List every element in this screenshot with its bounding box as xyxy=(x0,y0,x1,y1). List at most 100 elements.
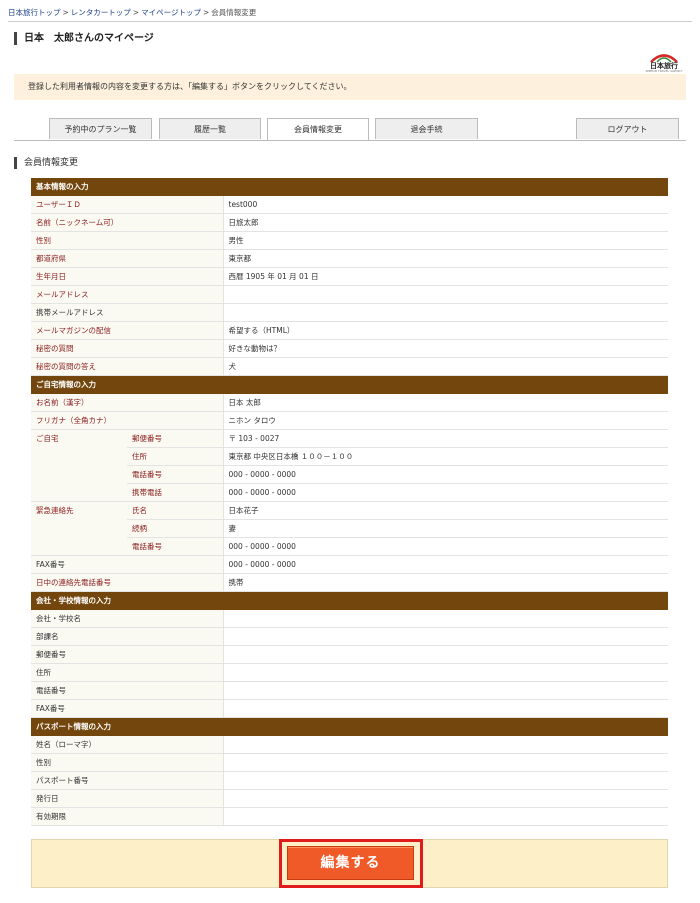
table-row: 住所 xyxy=(31,663,668,682)
breadcrumb-link-mypage[interactable]: マイページトップ xyxy=(141,8,201,17)
field-value xyxy=(222,681,668,700)
table-row: 電話番号 000 - 0000 - 0000 xyxy=(31,537,668,556)
table-row: 会社・学校名 xyxy=(31,609,668,628)
section-title: 会員情報変更 xyxy=(14,157,78,169)
field-label: ご自宅 xyxy=(31,429,127,502)
field-value xyxy=(222,753,668,772)
passport-info-header: パスポート情報の入力 xyxy=(31,717,668,736)
breadcrumb-separator: > xyxy=(132,8,140,17)
field-label: 性別 xyxy=(31,753,223,772)
field-label: 郵便番号 xyxy=(31,645,223,664)
field-label: 秘密の質問の答え xyxy=(31,357,223,376)
field-value xyxy=(222,303,668,322)
table-row: ご自宅 郵便番号〒 103 - 0027 xyxy=(31,429,668,502)
breadcrumb-separator: > xyxy=(62,8,69,17)
home-info-header: ご自宅情報の入力 xyxy=(31,375,668,394)
field-value xyxy=(222,699,668,718)
tab-member-info[interactable]: 会員情報変更 xyxy=(267,118,369,140)
table-row: フリガナ（全角カナ） ニホン タロウ xyxy=(31,411,668,430)
tab-logout[interactable]: ログアウト xyxy=(576,118,679,139)
logo-subtext: NIPPON TRAVEL AGENCY xyxy=(645,69,683,73)
company-info-header: 会社・学校情報の入力 xyxy=(31,591,668,610)
field-label: 名前（ニックネーム可） xyxy=(31,213,223,232)
brand-logo[interactable]: 日本旅行 NIPPON TRAVEL AGENCY xyxy=(645,51,683,73)
field-label: 生年月日 xyxy=(31,267,223,286)
field-value xyxy=(222,771,668,790)
table-row: 日中の連絡先電話番号 携帯 xyxy=(31,573,668,592)
field-value xyxy=(222,609,668,628)
field-value: test000 xyxy=(222,195,668,214)
table-row: 都道府県 東京都 xyxy=(31,249,668,268)
field-label: 緊急連絡先 xyxy=(31,501,127,556)
table-row: 秘密の質問の答え犬 xyxy=(31,357,668,376)
table-row: 名前（ニックネーム可） 日旅太郎 xyxy=(31,213,668,232)
basic-info-header: 基本情報の入力 xyxy=(31,178,668,196)
field-label: パスポート番号 xyxy=(31,771,223,790)
breadcrumb-link-rentacar[interactable]: レンタカートップ xyxy=(71,8,131,17)
sub-field-label: 続柄 xyxy=(127,519,223,538)
field-value xyxy=(222,789,668,808)
table-row: 性別 男性 xyxy=(31,231,668,250)
field-label: FAX番号 xyxy=(31,555,223,574)
table-row: FAX番号 xyxy=(31,699,668,718)
field-value: ニホン タロウ xyxy=(222,411,668,430)
sub-field-label: 郵便番号 xyxy=(127,429,223,448)
field-value: 000 - 0000 - 0000 xyxy=(222,465,668,484)
field-label: 携帯メールアドレス xyxy=(31,303,223,322)
sub-field-label: 住所 xyxy=(127,447,223,466)
field-value: 妻 xyxy=(222,519,668,538)
sub-field-label: 電話番号 xyxy=(127,537,223,556)
field-label: 会社・学校名 xyxy=(31,609,223,628)
field-value xyxy=(222,735,668,754)
field-label: フリガナ（全角カナ） xyxy=(31,411,223,430)
field-label: 住所 xyxy=(31,663,223,682)
table-row: メールアドレス xyxy=(31,285,668,304)
notice-banner: 登録した利用者情報の内容を変更する方は、「編集する」ボタンをクリックしてください… xyxy=(14,74,686,100)
field-value: 000 - 0000 - 0000 xyxy=(222,555,668,574)
email-value xyxy=(222,285,668,304)
field-label: FAX番号 xyxy=(31,699,223,718)
field-value: 日本花子 xyxy=(222,501,668,520)
breadcrumb: 日本旅行トップ > レンタカートップ > マイページトップ > 会員情報変更 xyxy=(8,7,256,18)
table-row: 緊急連絡先 氏名 日本花子 xyxy=(31,501,668,556)
sub-field-label: 氏名 xyxy=(127,501,223,520)
field-value: 希望する（HTML） xyxy=(222,321,668,340)
field-value xyxy=(222,663,668,682)
breadcrumb-current: 会員情報変更 xyxy=(211,8,257,17)
sub-field-label: 携帯電話 xyxy=(127,483,223,502)
table-row: 電話番号 xyxy=(31,681,668,700)
field-value xyxy=(222,807,668,826)
tab-bar: 予約中のプラン一覧 履歴一覧 会員情報変更 退会手続 ログアウト xyxy=(14,118,686,141)
field-label: 部課名 xyxy=(31,627,223,646)
table-row: ユーザーＩＤ test000 xyxy=(31,195,668,214)
field-label: お名前（漢字） xyxy=(31,393,223,412)
edit-button[interactable]: 編集する xyxy=(287,846,414,880)
field-value: 携帯 xyxy=(222,573,668,592)
tab-reserved-plans[interactable]: 予約中のプラン一覧 xyxy=(49,118,152,139)
field-value: 〒 103 - 0027 xyxy=(222,429,668,448)
field-label: 都道府県 xyxy=(31,249,223,268)
field-label: 有効期限 xyxy=(31,807,223,826)
table-row: 秘密の質問 好きな動物は？ xyxy=(31,339,668,358)
table-row: FAX番号 000 - 0000 - 0000 xyxy=(31,555,668,574)
breadcrumb-divider xyxy=(8,21,692,22)
field-label: ユーザーＩＤ xyxy=(31,195,223,214)
table-row: パスポート番号 xyxy=(31,771,668,790)
field-label: 性別 xyxy=(31,231,223,250)
field-value xyxy=(222,645,668,664)
field-value: 男性 xyxy=(222,231,668,250)
tab-withdraw[interactable]: 退会手続 xyxy=(375,118,478,139)
tab-history[interactable]: 履歴一覧 xyxy=(159,118,261,139)
table-row: 郵便番号 xyxy=(31,645,668,664)
breadcrumb-separator: > xyxy=(202,8,210,17)
field-value: 000 - 0000 - 0000 xyxy=(222,537,668,556)
table-row: 生年月日 西暦 1905 年 01 月 01 日 xyxy=(31,267,668,286)
table-row: 発行日 xyxy=(31,789,668,808)
table-row: 携帯メールアドレス xyxy=(31,303,668,322)
member-info-table: 基本情報の入力 ユーザーＩＤ test000 名前（ニックネーム可） 日旅太郎 性別… xyxy=(31,178,668,826)
breadcrumb-link-top[interactable]: 日本旅行トップ xyxy=(8,8,61,17)
table-row: メールマガジンの配信 希望する（HTML） xyxy=(31,321,668,340)
page-title: 日本 太郎さんのマイページ xyxy=(14,32,154,45)
field-value: 東京都 xyxy=(222,249,668,268)
field-label: 秘密の質問 xyxy=(31,339,223,358)
